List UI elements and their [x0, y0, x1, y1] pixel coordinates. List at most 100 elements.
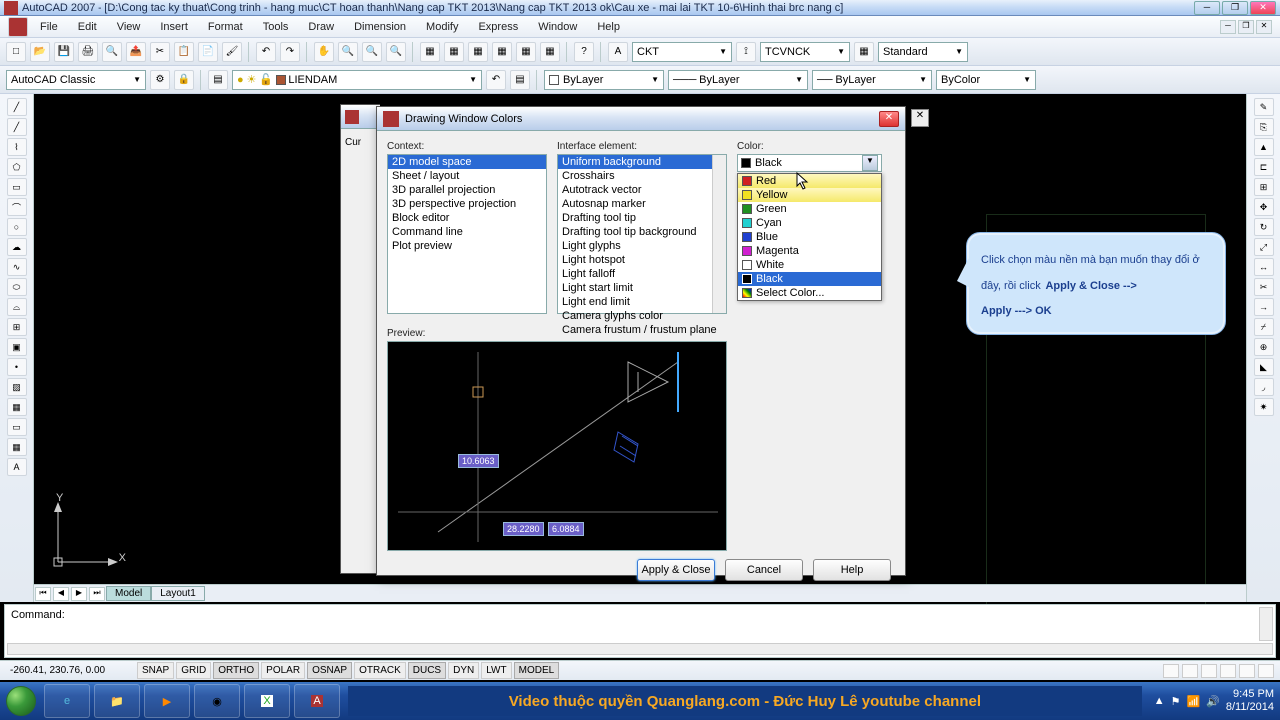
copy-icon[interactable]: 📋 [174, 42, 194, 62]
offset-icon[interactable]: ⊏ [1254, 158, 1274, 176]
plot-icon[interactable]: 🖨 [78, 42, 98, 62]
cut-icon[interactable]: ✂ [150, 42, 170, 62]
menu-insert[interactable]: Insert [152, 19, 196, 35]
linetype-combo[interactable]: ─── ByLayer▼ [668, 70, 808, 90]
menu-edit[interactable]: Edit [70, 19, 105, 35]
circle-icon[interactable]: ○ [7, 218, 27, 236]
cmd-hscroll[interactable] [7, 643, 1273, 655]
element-item[interactable]: Light glyphs [558, 239, 726, 253]
lwt-toggle[interactable]: LWT [481, 662, 511, 679]
match-icon[interactable]: 🖌 [222, 42, 242, 62]
context-item[interactable]: Block editor [388, 211, 546, 225]
ducs-toggle[interactable]: DUCS [408, 662, 446, 679]
table-icon[interactable]: ▦ [7, 438, 27, 456]
menu-modify[interactable]: Modify [418, 19, 466, 35]
close-button[interactable]: ✕ [1250, 1, 1276, 15]
element-item[interactable]: Light end limit [558, 295, 726, 309]
erase-icon[interactable]: ✎ [1254, 98, 1274, 116]
tab-first-icon[interactable]: ⏮ [35, 587, 51, 601]
ellipsearc-icon[interactable]: ⌓ [7, 298, 27, 316]
explode-icon[interactable]: ✷ [1254, 398, 1274, 416]
help-button[interactable]: Help [813, 559, 891, 581]
zoom-rt-icon[interactable]: 🔍 [338, 42, 358, 62]
status-icon[interactable] [1201, 664, 1217, 678]
context-item[interactable]: Sheet / layout [388, 169, 546, 183]
spline-icon[interactable]: ∿ [7, 258, 27, 276]
block-icon[interactable]: ▣ [7, 338, 27, 356]
menu-file[interactable]: File [32, 19, 66, 35]
layer-combo[interactable]: ● ☀ 🔓 LIENDAM▼ [232, 70, 482, 90]
line-icon[interactable]: ╱ [7, 98, 27, 116]
chamfer-icon[interactable]: ◣ [1254, 358, 1274, 376]
tray-volume-icon[interactable]: 🔊 [1206, 695, 1220, 708]
publish-icon[interactable]: 📤 [126, 42, 146, 62]
menu-format[interactable]: Format [200, 19, 251, 35]
color-combo[interactable]: Black ▼ [737, 154, 882, 172]
element-item[interactable]: Drafting tool tip background [558, 225, 726, 239]
zoom-prev-icon[interactable]: 🔍 [386, 42, 406, 62]
element-item[interactable]: Autosnap marker [558, 197, 726, 211]
preview-icon[interactable]: 🔍 [102, 42, 122, 62]
help-icon[interactable]: ? [574, 42, 594, 62]
polygon-icon[interactable]: ⬠ [7, 158, 27, 176]
cmd-vscroll[interactable] [1259, 607, 1273, 641]
layer-prev-icon[interactable]: ↶ [486, 70, 506, 90]
menu-dimension[interactable]: Dimension [346, 19, 414, 35]
tab-layout1[interactable]: Layout1 [151, 586, 205, 601]
element-item[interactable]: Crosshairs [558, 169, 726, 183]
mdi-minimize[interactable]: ─ [1220, 20, 1236, 34]
color-option-black[interactable]: Black [738, 272, 881, 286]
ortho-toggle[interactable]: ORTHO [213, 662, 259, 679]
dcenter-icon[interactable]: ▦ [444, 42, 464, 62]
revcloud-icon[interactable]: ☁ [7, 238, 27, 256]
color-combo[interactable]: ByLayer▼ [544, 70, 664, 90]
textstyle-icon[interactable]: A [608, 42, 628, 62]
pan-icon[interactable]: ✋ [314, 42, 334, 62]
polar-toggle[interactable]: POLAR [261, 662, 305, 679]
workspace-combo[interactable]: AutoCAD Classic▼ [6, 70, 146, 90]
lineweight-combo[interactable]: ── ByLayer▼ [812, 70, 932, 90]
element-item[interactable]: Camera glyphs color [558, 309, 726, 323]
menu-express[interactable]: Express [470, 19, 526, 35]
layer-state-icon[interactable]: ▤ [510, 70, 530, 90]
rotate-icon[interactable]: ↻ [1254, 218, 1274, 236]
point-icon[interactable]: • [7, 358, 27, 376]
context-listbox[interactable]: 2D model space Sheet / layout 3D paralle… [387, 154, 547, 314]
task-ie-icon[interactable]: e [44, 684, 90, 718]
element-item[interactable]: Light start limit [558, 281, 726, 295]
extend-icon[interactable]: → [1254, 298, 1274, 316]
join-icon[interactable]: ⊕ [1254, 338, 1274, 356]
ellipse-icon[interactable]: ⬭ [7, 278, 27, 296]
color-drop-icon[interactable]: ▼ [862, 155, 878, 171]
command-line[interactable]: Command: [4, 604, 1276, 658]
menu-window[interactable]: Window [530, 19, 585, 35]
mtext-icon[interactable]: A [7, 458, 27, 476]
save-icon[interactable]: 💾 [54, 42, 74, 62]
parent-dialog-close[interactable]: ✕ [911, 109, 929, 127]
ws-lock-icon[interactable]: 🔒 [174, 70, 194, 90]
element-item[interactable]: Uniform background [558, 155, 726, 169]
zoom-win-icon[interactable]: 🔍 [362, 42, 382, 62]
paste-icon[interactable]: 📄 [198, 42, 218, 62]
color-option-green[interactable]: Green [738, 202, 881, 216]
redo-icon[interactable]: ↷ [280, 42, 300, 62]
rectangle-icon[interactable]: ▭ [7, 178, 27, 196]
scale-icon[interactable]: ⤢ [1254, 238, 1274, 256]
xline-icon[interactable]: ╱ [7, 118, 27, 136]
element-item[interactable]: Drafting tool tip [558, 211, 726, 225]
element-listbox[interactable]: Uniform background Crosshairs Autotrack … [557, 154, 727, 314]
fillet-icon[interactable]: ◞ [1254, 378, 1274, 396]
undo-icon[interactable]: ↶ [256, 42, 276, 62]
context-item[interactable]: 3D parallel projection [388, 183, 546, 197]
markup-icon[interactable]: ▦ [516, 42, 536, 62]
hatch-icon[interactable]: ▨ [7, 378, 27, 396]
element-item[interactable]: Light hotspot [558, 253, 726, 267]
array-icon[interactable]: ⊞ [1254, 178, 1274, 196]
dim-style-combo[interactable]: TCVNCK▼ [760, 42, 850, 62]
task-explorer-icon[interactable]: 📁 [94, 684, 140, 718]
status-icon[interactable] [1182, 664, 1198, 678]
element-item[interactable]: Light falloff [558, 267, 726, 281]
text-style-combo[interactable]: CKT▼ [632, 42, 732, 62]
apply-close-button[interactable]: Apply & Close [637, 559, 715, 581]
status-icon[interactable] [1163, 664, 1179, 678]
